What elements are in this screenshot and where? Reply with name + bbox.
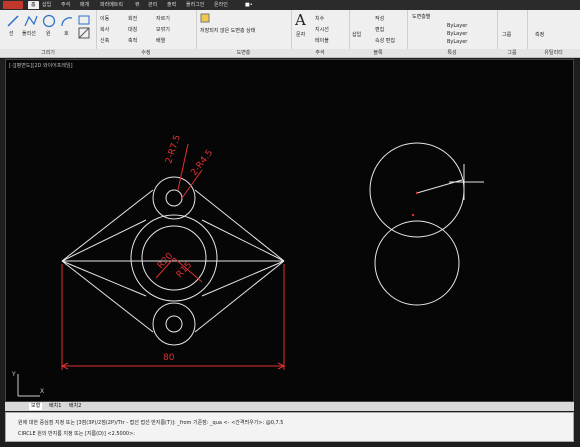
table-button[interactable]: 테이블 <box>315 37 329 44</box>
top-boss-circle <box>152 176 196 220</box>
panel-groups-label[interactable]: 그룹 <box>497 49 527 57</box>
tangent-line <box>201 260 285 297</box>
tangent-line <box>61 189 154 262</box>
layer-properties-icon[interactable] <box>200 13 210 23</box>
move-button[interactable]: 이동 <box>100 15 109 22</box>
linetype-dropdown[interactable]: ByLayer <box>447 23 467 29</box>
tab-plugins[interactable]: 플러그인 <box>186 1 204 9</box>
drawing-canvas[interactable]: [-][평면도][2D 와이어프레임] 80 2-R7.5 2-R4.5 R20… <box>5 59 574 402</box>
dim-text-r75: 2-R7.5 <box>164 134 183 165</box>
color-dropdown[interactable]: 도면층별 <box>412 13 430 20</box>
copy-button[interactable]: 복사 <box>100 26 109 33</box>
panel-annotation: A 문자 치수 지시선 테이블 주석 <box>291 10 350 57</box>
lineweight-dropdown[interactable]: ByLayer <box>447 31 467 37</box>
scale-button[interactable]: 축척 <box>128 37 137 44</box>
command-prompt[interactable]: CIRCLE 원의 반지름 지정 또는 [지름(D)] <2.5000>: <box>18 430 135 437</box>
leader-r75 <box>177 143 189 191</box>
tangent-line <box>201 219 285 262</box>
video-icon[interactable]: ■• <box>245 1 253 9</box>
center-marker <box>415 191 419 195</box>
panel-groups: 그룹 그룹 <box>497 10 528 57</box>
mirror-button[interactable]: 대칭 <box>128 26 137 33</box>
circle-label: 원 <box>46 31 51 37</box>
tab-view[interactable]: 뷰 <box>135 1 140 9</box>
ribbon: 선 폴리선 원 호 그리기 이동 회전 자르기 복사 대칭 모깎기 신축 축척 … <box>0 10 580 58</box>
tangent-line <box>194 260 285 333</box>
bottom-hole-circle <box>165 315 183 333</box>
app-menu-button[interactable] <box>3 1 23 9</box>
ucs-icon: X <box>40 388 44 395</box>
arc-label: 호 <box>64 31 69 37</box>
measure-button[interactable]: 측정 <box>535 31 544 38</box>
top-hole-circle <box>165 189 183 207</box>
polyline-label: 폴리선 <box>22 31 36 37</box>
trim-button[interactable]: 자르기 <box>156 15 170 22</box>
edit-block-button[interactable]: 편집 <box>375 26 384 33</box>
create-block-button[interactable]: 작성 <box>375 15 384 22</box>
tab-online[interactable]: 온라인 <box>214 1 228 9</box>
panel-layers: 저장되지 않은 도면층 상태 도면층 <box>196 10 292 57</box>
ucs-icon: Y <box>11 371 16 378</box>
edit-attribute-button[interactable]: 속성 편집 <box>375 37 395 44</box>
rotate-button[interactable]: 회전 <box>128 15 137 22</box>
tab-layout[interactable]: 매개 <box>80 1 89 9</box>
upper-circle <box>369 142 465 238</box>
panel-annotation-label[interactable]: 주석 <box>291 49 349 57</box>
tangent-marker <box>411 213 415 217</box>
tangent-line <box>61 260 154 333</box>
panel-draw-label[interactable]: 그리기 <box>0 49 96 57</box>
drawing-geometry: 80 2-R7.5 2-R4.5 R20 R15 Y X <box>11 134 484 397</box>
bottom-boss-circle <box>152 302 196 346</box>
circle-icon[interactable] <box>42 14 56 28</box>
panel-utilities-label[interactable]: 유틸리티 <box>527 49 580 57</box>
panel-properties: 도면층별 ByLayer ByLayer ByLayer 특성 <box>407 10 498 57</box>
dim-text-r45: 2-R4.5 <box>189 148 215 178</box>
tab-manage[interactable]: 관리 <box>148 1 157 9</box>
dim-text-80: 80 <box>163 353 175 363</box>
panel-block-label[interactable]: 블록 <box>349 49 407 57</box>
line-icon[interactable] <box>6 14 20 28</box>
fillet-button[interactable]: 모깎기 <box>156 26 170 33</box>
insert-block-button[interactable]: 삽입 <box>352 31 361 38</box>
panel-draw: 선 폴리선 원 호 그리기 <box>0 10 97 57</box>
tangent-line <box>61 219 147 262</box>
tab-home[interactable]: 홈 <box>28 1 39 9</box>
dim-text-r15: R15 <box>175 260 194 280</box>
panel-block: 삽입 작성 편집 속성 편집 블록 <box>349 10 408 57</box>
hatch-icon[interactable] <box>78 27 90 39</box>
title-bar: 홈 삽입 주석 매개 파라메트릭 뷰 관리 출력 플러그인 온라인 ■• <box>0 0 580 10</box>
command-history: 원에 대한 중심점 지정 또는 [3점(3P)/2점(2P)/Ttr - 접선 … <box>18 420 284 426</box>
tangent-line <box>61 260 147 297</box>
line-label: 선 <box>9 31 14 37</box>
tab-annotate[interactable]: 주석 <box>61 1 70 9</box>
stretch-button[interactable]: 신축 <box>100 37 109 44</box>
tab-insert[interactable]: 삽입 <box>42 1 51 9</box>
panel-utilities: 측정 유틸리티 <box>527 10 580 57</box>
arc-icon[interactable] <box>60 14 74 28</box>
lower-circle <box>374 220 460 306</box>
command-line[interactable]: 원에 대한 중심점 지정 또는 [3점(3P)/2점(2P)/Ttr - 접선 … <box>5 412 574 442</box>
array-button[interactable]: 배열 <box>156 37 165 44</box>
panel-properties-label[interactable]: 특성 <box>407 49 497 57</box>
group-button[interactable]: 그룹 <box>502 31 511 38</box>
tab-model[interactable]: 모형 <box>29 403 43 410</box>
text-icon[interactable]: A <box>295 11 306 29</box>
tab-layout2[interactable]: 배치2 <box>67 403 83 410</box>
layer-state-dropdown[interactable]: 저장되지 않은 도면층 상태 <box>200 27 288 34</box>
panel-layers-label[interactable]: 도면층 <box>196 49 291 57</box>
leader-button[interactable]: 지시선 <box>315 26 329 33</box>
polyline-icon[interactable] <box>24 14 38 28</box>
plotstyle-dropdown[interactable]: ByLayer <box>447 39 467 45</box>
panel-modify: 이동 회전 자르기 복사 대칭 모깎기 신축 축척 배열 수정 <box>96 10 197 57</box>
layout-tab-bar: 모형 배치1 배치2 <box>5 402 574 411</box>
tab-output[interactable]: 출력 <box>167 1 176 9</box>
text-label: 문자 <box>296 32 306 38</box>
tangent-line <box>194 189 285 262</box>
dimension-button[interactable]: 치수 <box>315 15 324 22</box>
panel-modify-label[interactable]: 수정 <box>96 49 196 57</box>
tab-layout1[interactable]: 배치1 <box>47 403 63 410</box>
tab-parametric[interactable]: 파라메트릭 <box>100 1 123 9</box>
rectangle-icon[interactable] <box>78 14 90 26</box>
